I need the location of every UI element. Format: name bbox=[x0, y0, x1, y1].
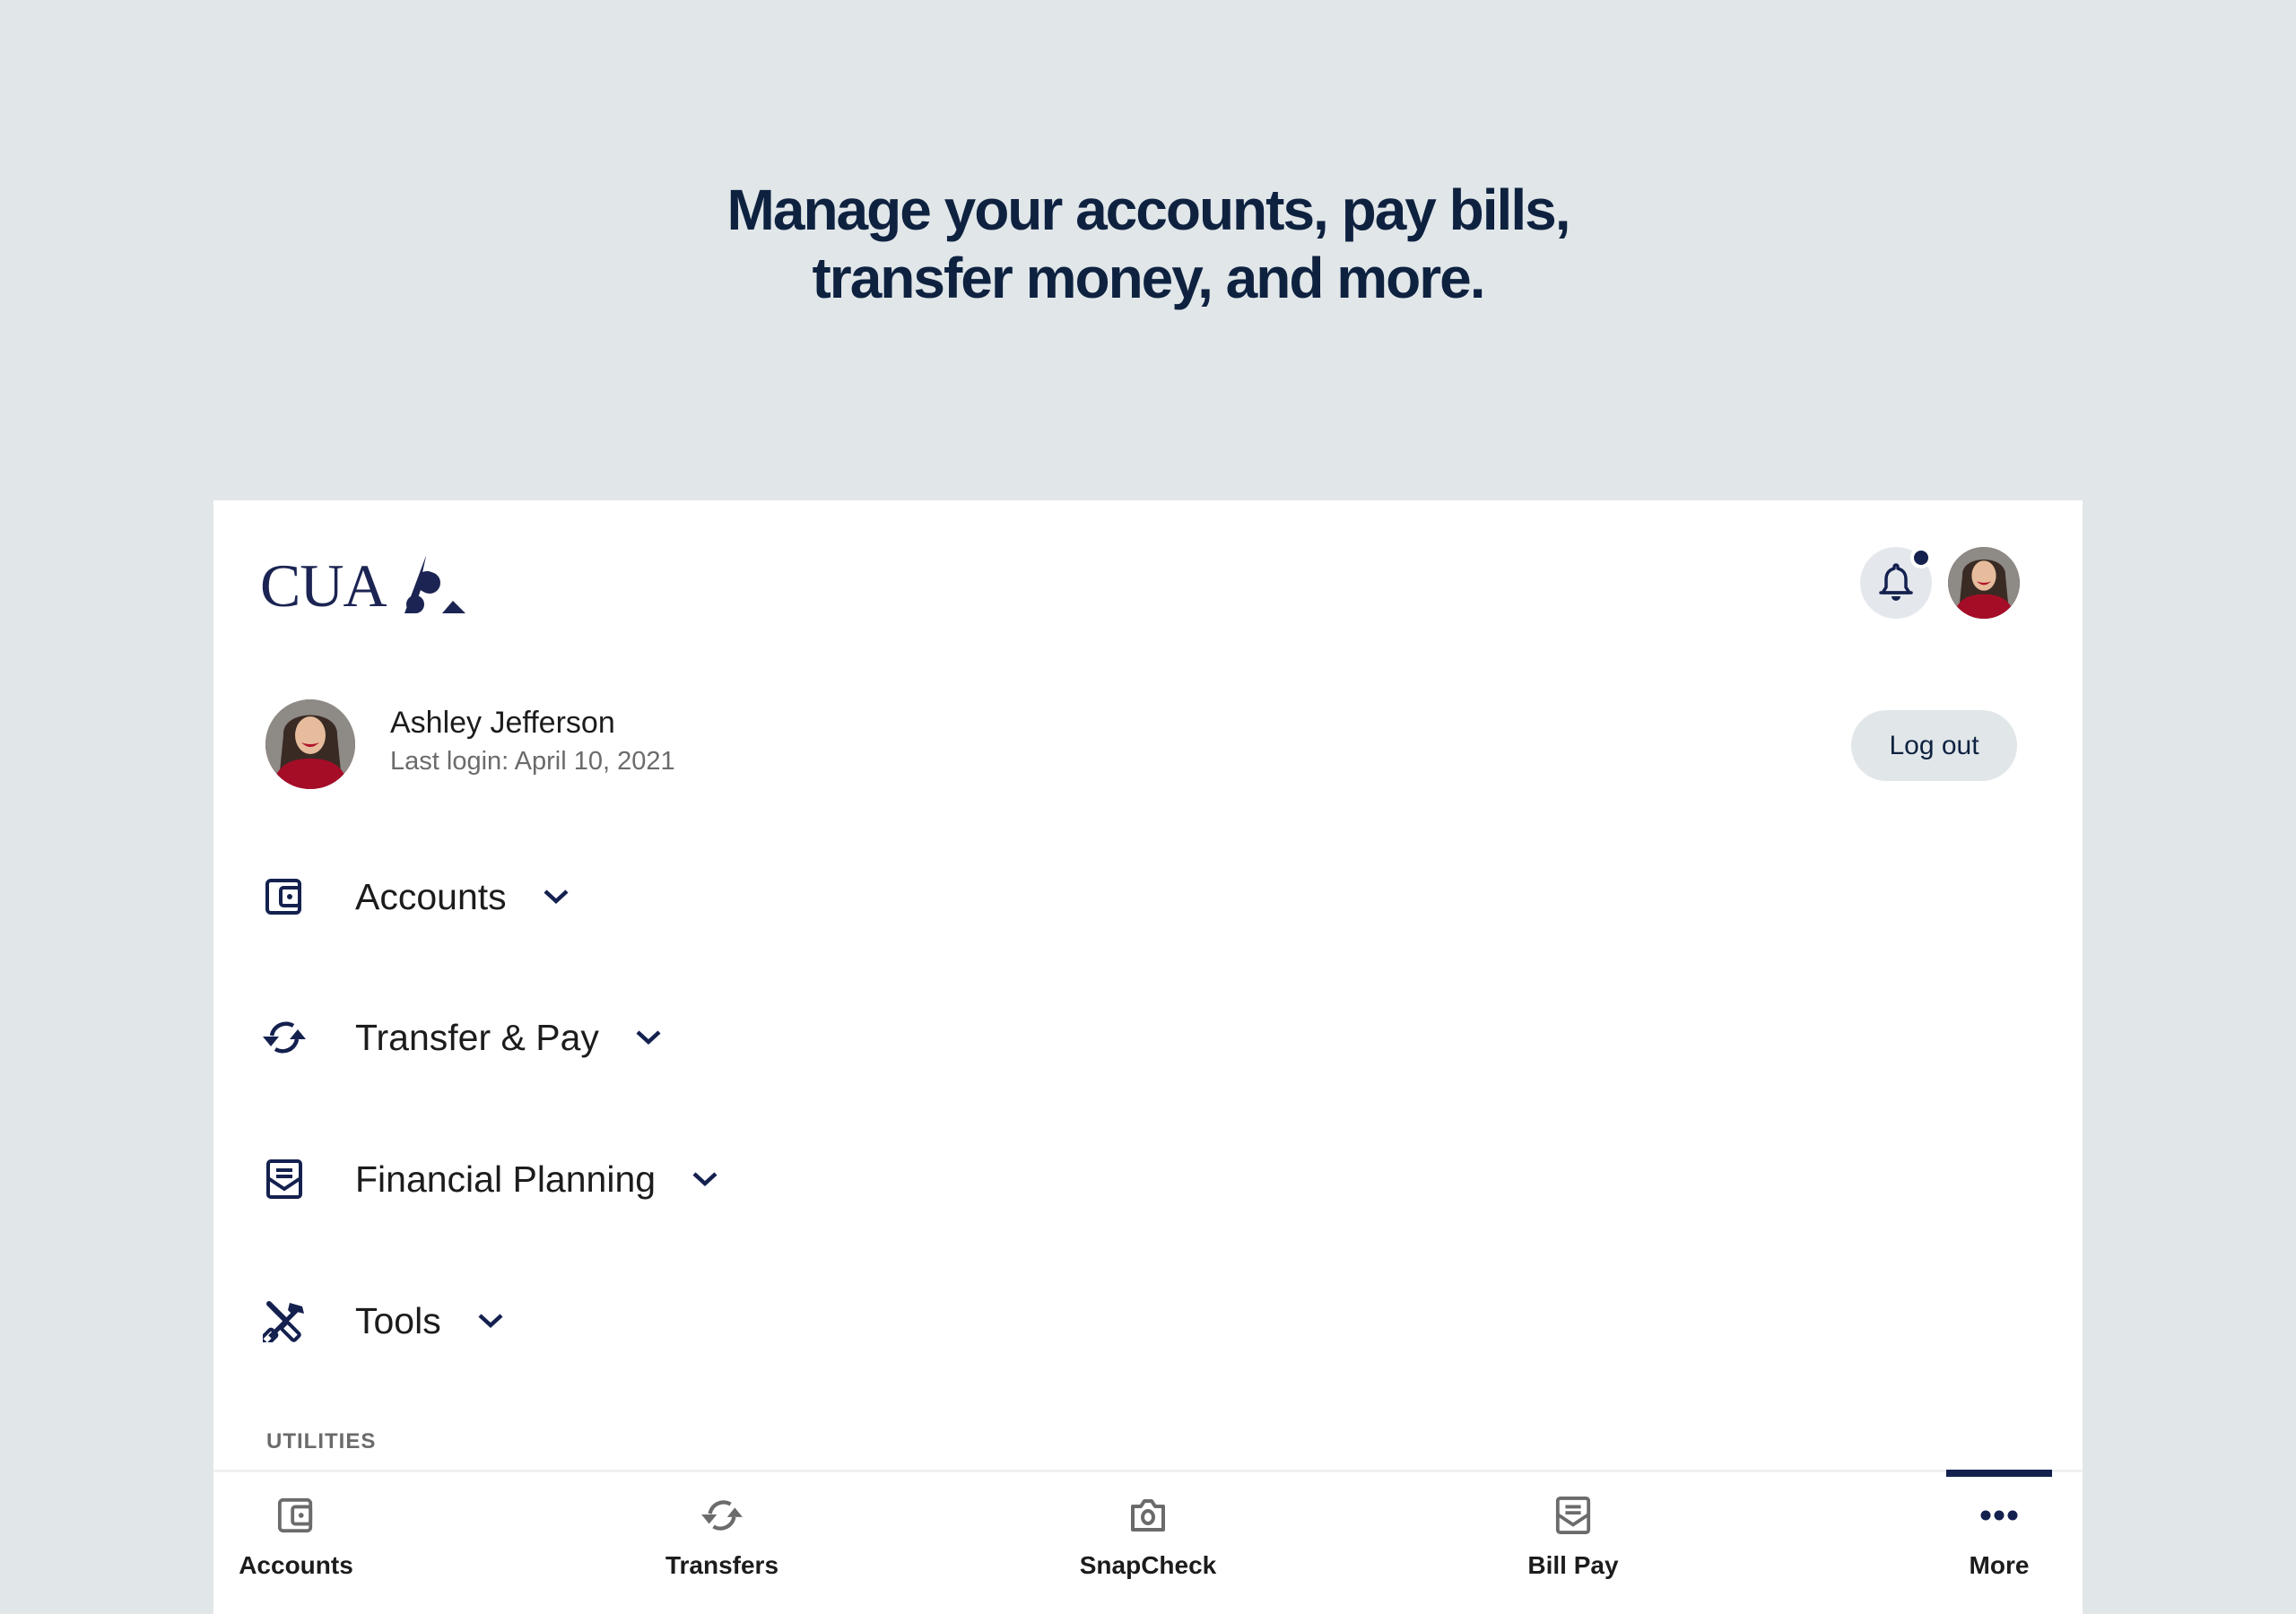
tab-more[interactable]: More bbox=[1892, 1472, 2083, 1614]
more-dots-icon bbox=[1976, 1492, 2022, 1539]
user-name: Ashley Jefferson bbox=[390, 706, 615, 740]
person-photo-icon bbox=[265, 699, 355, 789]
user-avatar bbox=[265, 699, 355, 789]
menu-label: Transfer & Pay bbox=[355, 1016, 599, 1058]
bottom-nav: Accounts Transfers SnapCheck Bill Pay Mo… bbox=[213, 1470, 2083, 1614]
person-photo-icon bbox=[1948, 547, 2020, 619]
wallet-icon bbox=[258, 871, 310, 923]
chevron-down-icon[interactable] bbox=[541, 881, 571, 912]
tab-bill-pay[interactable]: Bill Pay bbox=[1465, 1472, 1681, 1614]
envelope-letter-icon bbox=[1550, 1492, 1596, 1539]
tab-label: Accounts bbox=[239, 1551, 353, 1579]
logo-text: CUA bbox=[260, 551, 387, 620]
chevron-down-icon[interactable] bbox=[690, 1164, 720, 1194]
logout-button[interactable]: Log out bbox=[1851, 710, 2017, 781]
cua-logo[interactable]: CUA bbox=[260, 550, 468, 621]
tab-label: Transfers bbox=[665, 1551, 779, 1579]
last-login: Last login: April 10, 2021 bbox=[390, 747, 675, 776]
chevron-down-icon[interactable] bbox=[633, 1022, 664, 1053]
tab-snapcheck[interactable]: SnapCheck bbox=[1040, 1472, 1256, 1614]
tab-transfers[interactable]: Transfers bbox=[614, 1472, 830, 1614]
headline-line-2: transfer money, and more. bbox=[812, 246, 1485, 310]
headline: Manage your accounts, pay bills, transfe… bbox=[0, 176, 2296, 312]
menu-item-accounts[interactable]: Accounts bbox=[258, 852, 571, 941]
profile-avatar[interactable] bbox=[1948, 547, 2020, 619]
menu-item-tools[interactable]: Tools bbox=[258, 1276, 506, 1366]
app-card: CUA Ashley Jefferson Last login: April 1… bbox=[213, 500, 2083, 1614]
menu-item-financial-planning[interactable]: Financial Planning bbox=[258, 1134, 720, 1224]
tab-accounts[interactable]: Accounts bbox=[213, 1472, 404, 1614]
section-label-utilities: UTILITIES bbox=[266, 1429, 377, 1453]
camera-icon bbox=[1125, 1492, 1171, 1539]
sync-arrows-icon bbox=[699, 1492, 745, 1539]
cua-triangle-logo-icon bbox=[404, 556, 465, 613]
tab-label: SnapCheck bbox=[1079, 1551, 1217, 1579]
notification-badge bbox=[1910, 547, 1932, 568]
bell-icon bbox=[1879, 563, 1913, 601]
sync-arrows-icon bbox=[258, 1011, 310, 1063]
notifications-button[interactable] bbox=[1860, 547, 1932, 619]
tab-label: More bbox=[1969, 1551, 2030, 1579]
menu-label: Accounts bbox=[355, 875, 507, 917]
chevron-down-icon[interactable] bbox=[475, 1306, 506, 1336]
envelope-letter-icon bbox=[258, 1153, 310, 1205]
wallet-icon bbox=[273, 1492, 319, 1539]
menu-item-transfer-pay[interactable]: Transfer & Pay bbox=[258, 993, 664, 1082]
tab-label: Bill Pay bbox=[1527, 1551, 1619, 1579]
tools-icon bbox=[258, 1295, 310, 1347]
headline-line-1: Manage your accounts, pay bills, bbox=[726, 178, 1571, 242]
menu-label: Tools bbox=[355, 1299, 441, 1341]
menu-label: Financial Planning bbox=[355, 1158, 657, 1200]
